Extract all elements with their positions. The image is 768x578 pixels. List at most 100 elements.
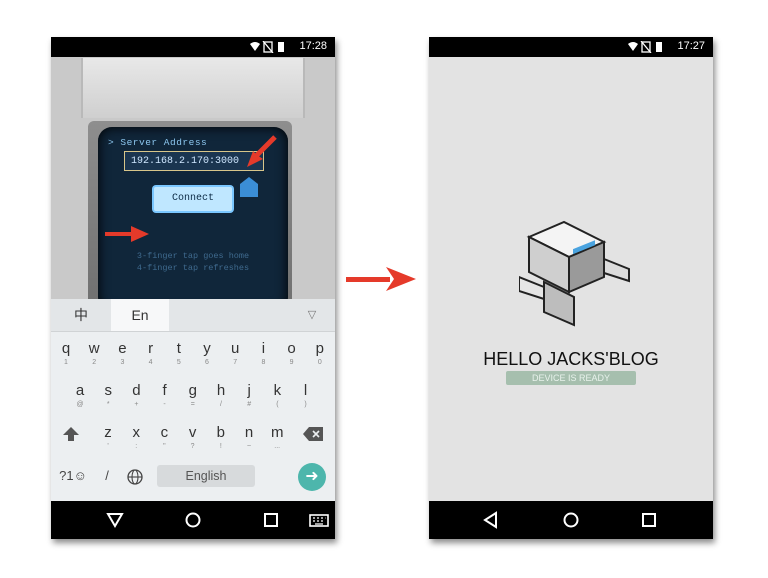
- key-4[interactable]: g =: [179, 379, 207, 419]
- key-sublabel: ': [107, 443, 109, 450]
- key-label: h: [216, 382, 226, 399]
- server-address-input[interactable]: 192.168.2.170:3000: [124, 151, 264, 171]
- key-2[interactable]: c ": [150, 421, 178, 461]
- key-0[interactable]: z ': [94, 421, 122, 461]
- monitor-stand: [81, 58, 305, 118]
- key-5[interactable]: n ~: [235, 421, 263, 461]
- key-sublabel: 7: [233, 359, 238, 366]
- transition-arrow-icon: [346, 267, 416, 291]
- key-sublabel: 9: [289, 359, 294, 366]
- key-6[interactable]: u7: [221, 337, 249, 377]
- key-sublabel: ...: [274, 443, 281, 450]
- key-sublabel: :: [135, 443, 138, 450]
- collapse-keyboard-icon[interactable]: ▽: [297, 299, 327, 331]
- key-label: o: [287, 340, 296, 357]
- battery-icon: [278, 42, 284, 52]
- key-8[interactable]: o9: [278, 337, 306, 377]
- slash-key[interactable]: /: [95, 464, 119, 488]
- symbols-key[interactable]: ?1☺: [55, 464, 91, 488]
- key-6[interactable]: m...: [263, 421, 291, 461]
- key-label: v: [188, 424, 197, 441]
- key-label: q: [61, 340, 71, 357]
- server-address-label: > Server Address: [108, 137, 208, 148]
- key-3[interactable]: v?: [179, 421, 207, 461]
- key-1[interactable]: x:: [122, 421, 150, 461]
- key-sublabel: -: [163, 401, 166, 408]
- status-icons: [627, 40, 667, 56]
- status-icons: [249, 40, 289, 56]
- key-4[interactable]: t5: [165, 337, 193, 377]
- key-sublabel: @: [76, 401, 84, 408]
- text-cursor-handle-icon[interactable]: [240, 177, 258, 197]
- home-icon[interactable]: [181, 508, 205, 532]
- globe-icon[interactable]: [127, 469, 143, 485]
- home-icon[interactable]: [559, 508, 583, 532]
- key-label: a: [75, 382, 85, 399]
- connect-button[interactable]: Connect: [154, 187, 232, 211]
- key-1[interactable]: s *: [94, 379, 122, 419]
- tab-chinese[interactable]: 中: [51, 299, 111, 331]
- key-sublabel: 1: [64, 359, 68, 366]
- nav-bar: [51, 501, 335, 539]
- key-0[interactable]: a @: [66, 379, 94, 419]
- key-2[interactable]: e3: [108, 337, 136, 377]
- key-label: g: [188, 382, 197, 399]
- key-label: e: [118, 340, 127, 357]
- key-sublabel: !: [219, 443, 222, 450]
- key-6[interactable]: j #: [235, 379, 263, 419]
- key-label: l: [303, 382, 308, 399]
- key-label: m: [270, 424, 284, 441]
- key-sublabel: +: [134, 401, 139, 408]
- key-4[interactable]: b!: [207, 421, 235, 461]
- key-2[interactable]: d +: [122, 379, 150, 419]
- tab-english[interactable]: En: [111, 299, 169, 331]
- left-phone: 17:28 > Server Address 192.168.2.170:300…: [51, 37, 335, 539]
- red-arrow-annotation-icon: [105, 226, 149, 242]
- enter-key[interactable]: ➜: [298, 463, 326, 491]
- key-label: i: [261, 340, 266, 357]
- key-8[interactable]: l): [292, 379, 320, 419]
- key-label: t: [176, 340, 181, 357]
- key-sublabel: *: [106, 401, 110, 408]
- arrow-right-icon: ➜: [305, 468, 319, 485]
- key-1[interactable]: w2: [80, 337, 108, 377]
- key-sublabel: ): [304, 401, 307, 408]
- key-3[interactable]: r4: [137, 337, 165, 377]
- key-sublabel: ": [163, 443, 166, 450]
- key-label: c: [160, 424, 169, 441]
- hello-heading: HELLO JACKS'BLOG: [483, 349, 659, 369]
- recents-icon[interactable]: [259, 508, 283, 532]
- key-5[interactable]: h /: [207, 379, 235, 419]
- key-label: x: [132, 424, 140, 441]
- key-5[interactable]: y6: [193, 337, 221, 377]
- tip-refresh: 4-finger tap refreshes: [136, 263, 250, 273]
- key-label: u: [231, 340, 240, 357]
- key-9[interactable]: p0: [306, 337, 334, 377]
- backspace-icon[interactable]: [303, 427, 323, 441]
- status-time: 17:28: [299, 40, 327, 52]
- key-sublabel: 6: [205, 359, 209, 366]
- key-label: j: [247, 382, 251, 399]
- key-sublabel: 0: [317, 359, 322, 366]
- key-sublabel: ~: [246, 443, 252, 450]
- cordova-robot-logo: [519, 220, 630, 327]
- right-phone: 17:27 HELLO JACKS'BLOG DEVICE IS READY: [429, 37, 713, 539]
- key-sublabel: 5: [176, 359, 181, 366]
- back-icon[interactable]: [479, 508, 503, 532]
- key-0[interactable]: q1: [52, 337, 80, 377]
- key-label: p: [315, 340, 324, 357]
- app-screen: HELLO JACKS'BLOG DEVICE IS READY: [429, 57, 713, 501]
- space-bar[interactable]: English: [157, 465, 255, 487]
- key-sublabel: ?: [190, 443, 195, 450]
- key-label: z: [104, 424, 112, 441]
- key-7[interactable]: i8: [249, 337, 277, 377]
- keyboard-switch-icon[interactable]: [307, 508, 331, 532]
- back-icon[interactable]: [103, 508, 127, 532]
- recents-icon[interactable]: [637, 508, 661, 532]
- shift-icon[interactable]: [62, 425, 80, 443]
- key-3[interactable]: f-: [151, 379, 179, 419]
- key-sublabel: /: [220, 401, 222, 408]
- key-sublabel: =: [190, 401, 195, 408]
- key-7[interactable]: k(: [263, 379, 291, 419]
- key-label: y: [203, 340, 211, 357]
